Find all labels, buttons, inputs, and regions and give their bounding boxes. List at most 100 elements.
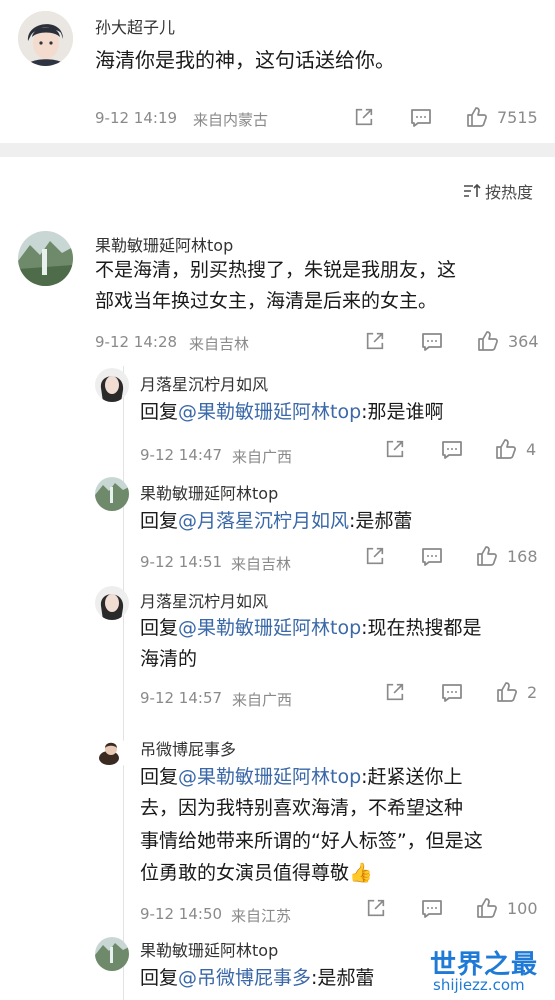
- like-count: 2: [527, 682, 538, 702]
- reply-button[interactable]: [409, 106, 433, 130]
- reply-button[interactable]: [420, 330, 444, 354]
- sort-icon: [463, 183, 481, 197]
- mention-link[interactable]: @吊微博屁事多: [178, 967, 311, 989]
- comment-text-line: 部戏当年换过女主，海清是后来的女主。: [95, 290, 438, 312]
- reply-author[interactable]: 果勒敏珊延阿林top: [140, 480, 278, 504]
- reply-location: 来自江苏: [231, 907, 292, 925]
- share-icon: [384, 681, 406, 703]
- reply-text-line: 去，因为我特别喜欢海清，不希望这种: [140, 797, 464, 819]
- reply-text: 回复@果勒敏珊延阿林top:赶紧送你上: [140, 762, 463, 793]
- like-icon: [494, 437, 518, 461]
- reply-time: 9-12 14:50: [140, 905, 223, 923]
- reply-author[interactable]: 月落星沉柠月如风: [140, 371, 268, 395]
- like-count: 364: [508, 331, 539, 351]
- sort-toggle[interactable]: 按热度: [463, 179, 533, 203]
- mention-link[interactable]: @月落星沉柠月如风: [178, 510, 349, 532]
- reply-button[interactable]: [440, 681, 464, 705]
- like-button[interactable]: 100: [475, 896, 538, 920]
- reply-body: :那是谁啊: [361, 401, 444, 423]
- avatar[interactable]: [18, 231, 73, 286]
- comment-icon: [440, 438, 464, 462]
- reply-body: :赶紧送你上: [361, 766, 463, 788]
- share-icon: [364, 545, 386, 567]
- reply-button[interactable]: [440, 438, 464, 462]
- comment-icon: [420, 897, 444, 921]
- share-icon: [384, 438, 406, 460]
- reply-author[interactable]: 果勒敏珊延阿林top: [140, 937, 278, 961]
- comment-time: 9-12 14:19: [95, 109, 178, 127]
- reply-text-line: 位勇敢的女演员值得尊敬👍: [140, 862, 373, 884]
- reply-time: 9-12 14:57: [140, 689, 223, 707]
- share-icon: [364, 330, 386, 352]
- mention-link[interactable]: @果勒敏珊延阿林top: [178, 766, 361, 788]
- reply-button[interactable]: [420, 545, 444, 569]
- like-count: 7515: [497, 107, 538, 127]
- comment-location: 来自内蒙古: [193, 111, 269, 129]
- like-button[interactable]: 4: [494, 437, 536, 461]
- comment-icon: [440, 681, 464, 705]
- reply-author[interactable]: 月落星沉柠月如风: [140, 588, 268, 612]
- share-button[interactable]: [365, 897, 387, 919]
- section-divider: [0, 143, 555, 157]
- reply-prefix: 回复: [140, 617, 179, 639]
- comment-icon: [420, 545, 444, 569]
- avatar[interactable]: [95, 736, 129, 770]
- avatar[interactable]: [95, 477, 129, 511]
- like-button[interactable]: 7515: [465, 105, 538, 129]
- reply-location: 来自吉林: [231, 555, 292, 573]
- comment-author[interactable]: 果勒敏珊延阿林top: [95, 232, 233, 256]
- avatar[interactable]: [95, 937, 129, 971]
- reply-body: :是郝蕾: [311, 967, 375, 989]
- reply-text-line: 事情给她带来所谓的“好人标签”，但是这: [140, 830, 483, 852]
- reply-time: 9-12 14:47: [140, 446, 223, 464]
- reply-text-line: 海清的: [140, 648, 198, 670]
- share-button[interactable]: [364, 330, 386, 352]
- share-button[interactable]: [364, 545, 386, 567]
- comment-author[interactable]: 孙大超子儿: [95, 14, 175, 38]
- sort-label: 按热度: [484, 183, 533, 202]
- watermark-url: shijiezz.com: [433, 976, 525, 994]
- reply-text: 回复@果勒敏珊延阿林top:那是谁啊: [140, 397, 444, 428]
- like-icon: [475, 896, 499, 920]
- comment-text: 海清你是我的神，这句话送给你。: [95, 48, 395, 72]
- like-icon: [475, 544, 499, 568]
- avatar[interactable]: [18, 11, 73, 66]
- reply-prefix: 回复: [140, 967, 179, 989]
- reply-text: 回复@果勒敏珊延阿林top:现在热搜都是: [140, 613, 482, 644]
- reply-prefix: 回复: [140, 401, 179, 423]
- reply-prefix: 回复: [140, 510, 179, 532]
- reply-text: 回复@月落星沉柠月如风:是郝蕾: [140, 506, 412, 537]
- comment-icon: [409, 106, 433, 130]
- share-icon: [365, 897, 387, 919]
- reply-location: 来自广西: [232, 448, 293, 466]
- share-button[interactable]: [384, 681, 406, 703]
- comment-location: 来自吉林: [189, 335, 250, 353]
- reply-location: 来自广西: [232, 691, 293, 709]
- avatar[interactable]: [95, 368, 129, 402]
- like-icon: [476, 329, 500, 353]
- share-button[interactable]: [384, 438, 406, 460]
- like-count: 168: [507, 546, 538, 566]
- like-count: 100: [507, 898, 538, 918]
- like-button[interactable]: 364: [476, 329, 539, 353]
- reply-body: :是郝蕾: [349, 510, 413, 532]
- reply-author[interactable]: 吊微博屁事多: [140, 736, 236, 760]
- mention-link[interactable]: @果勒敏珊延阿林top: [178, 401, 361, 423]
- reply-prefix: 回复: [140, 766, 179, 788]
- reply-thread-line: [123, 366, 124, 1000]
- like-icon: [495, 680, 519, 704]
- reply-button[interactable]: [420, 897, 444, 921]
- comment-text-line: 不是海清，别买热搜了，朱锐是我朋友，这: [95, 259, 457, 281]
- share-button[interactable]: [353, 106, 375, 128]
- avatar[interactable]: [95, 586, 129, 620]
- reply-time: 9-12 14:51: [140, 553, 223, 571]
- reply-body: :现在热搜都是: [361, 617, 482, 639]
- comment-time: 9-12 14:28: [95, 333, 178, 351]
- like-button[interactable]: 2: [495, 680, 537, 704]
- like-count: 4: [526, 439, 537, 459]
- comment-icon: [420, 330, 444, 354]
- like-button[interactable]: 168: [475, 544, 538, 568]
- share-icon: [353, 106, 375, 128]
- mention-link[interactable]: @果勒敏珊延阿林top: [178, 617, 361, 639]
- reply-text: 回复@吊微博屁事多:是郝蕾: [140, 963, 374, 994]
